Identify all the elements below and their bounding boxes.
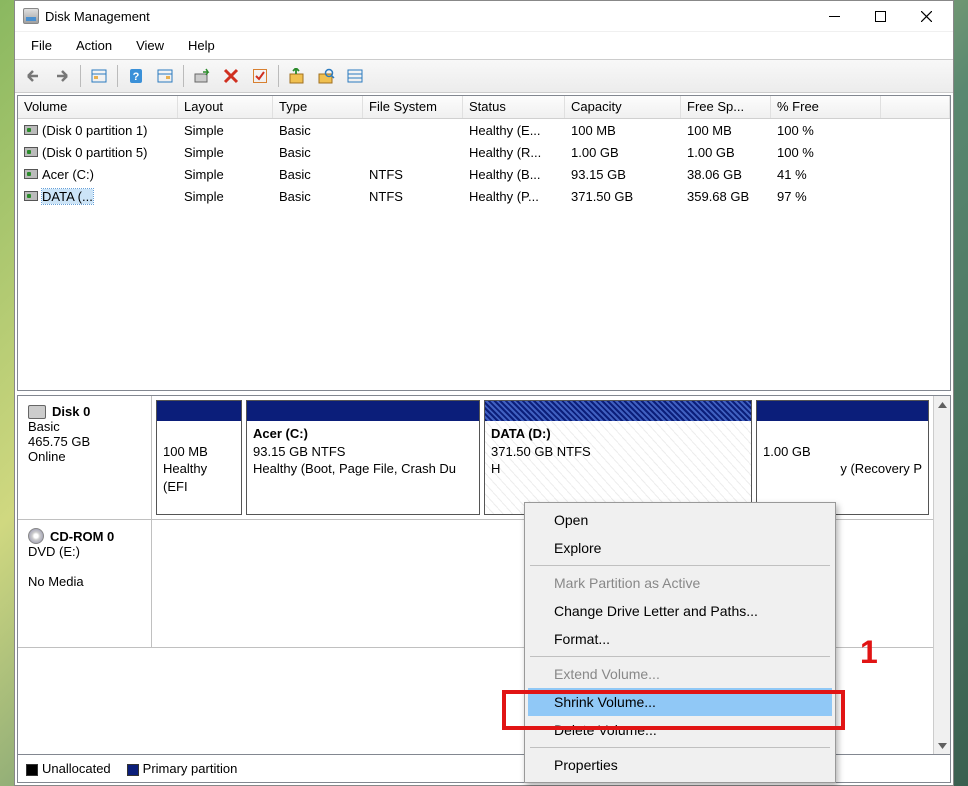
list-view-button[interactable]	[341, 62, 369, 90]
volume-icon	[24, 191, 38, 201]
partition-bar	[485, 401, 751, 421]
table-row[interactable]: (Disk 0 partition 1) Simple Basic Health…	[18, 119, 950, 141]
col-layout[interactable]: Layout	[178, 96, 273, 118]
disk-label[interactable]: CD-ROM 0 DVD (E:) No Media	[18, 520, 152, 647]
volume-icon	[24, 147, 38, 157]
table-row[interactable]: DATA (... Simple Basic NTFS Healthy (P..…	[18, 185, 950, 207]
ctx-properties[interactable]: Properties	[528, 751, 832, 779]
window-title: Disk Management	[45, 9, 150, 24]
menubar: File Action View Help	[15, 31, 953, 59]
primary-swatch	[127, 764, 139, 776]
col-percent-free[interactable]: % Free	[771, 96, 881, 118]
ctx-open[interactable]: Open	[528, 506, 832, 534]
ctx-mark-active: Mark Partition as Active	[528, 569, 832, 597]
titlebar: Disk Management	[15, 1, 953, 31]
volume-list-header: Volume Layout Type File System Status Ca…	[18, 96, 950, 119]
refresh-button[interactable]	[188, 62, 216, 90]
scroll-up-icon[interactable]	[936, 398, 949, 411]
col-status[interactable]: Status	[463, 96, 565, 118]
volume-icon	[24, 125, 38, 135]
ctx-shrink-volume[interactable]: Shrink Volume...	[528, 688, 832, 716]
col-file-system[interactable]: File System	[363, 96, 463, 118]
col-volume[interactable]: Volume	[18, 96, 178, 118]
close-button[interactable]	[903, 1, 949, 31]
partition-d[interactable]: DATA (D:) 371.50 GB NTFS H	[484, 400, 752, 515]
app-icon	[23, 8, 39, 24]
ctx-extend-volume: Extend Volume...	[528, 660, 832, 688]
ctx-change-letter[interactable]: Change Drive Letter and Paths...	[528, 597, 832, 625]
forward-button[interactable]	[48, 62, 76, 90]
col-type[interactable]: Type	[273, 96, 363, 118]
folder-up-button[interactable]	[283, 62, 311, 90]
ctx-explore[interactable]: Explore	[528, 534, 832, 562]
col-capacity[interactable]: Capacity	[565, 96, 681, 118]
table-row[interactable]: Acer (C:) Simple Basic NTFS Healthy (B..…	[18, 163, 950, 185]
show-hide-tree-button[interactable]	[85, 62, 113, 90]
ctx-separator	[530, 565, 830, 566]
vertical-scrollbar[interactable]	[933, 396, 950, 754]
maximize-button[interactable]	[857, 1, 903, 31]
cdrom-icon	[28, 528, 44, 544]
minimize-button[interactable]	[811, 1, 857, 31]
col-free-space[interactable]: Free Sp...	[681, 96, 771, 118]
context-menu: Open Explore Mark Partition as Active Ch…	[524, 502, 836, 783]
menu-file[interactable]: File	[19, 35, 64, 56]
scroll-down-icon[interactable]	[936, 739, 949, 752]
disk-icon	[28, 405, 46, 419]
check-button[interactable]	[246, 62, 274, 90]
ctx-format[interactable]: Format...	[528, 625, 832, 653]
search-button[interactable]	[312, 62, 340, 90]
partition-recovery[interactable]: 1.00 GB y (Recovery P	[756, 400, 929, 515]
menu-view[interactable]: View	[124, 35, 176, 56]
settings-button[interactable]	[151, 62, 179, 90]
unallocated-swatch	[26, 764, 38, 776]
disk-label[interactable]: Disk 0 Basic 465.75 GB Online	[18, 396, 152, 519]
help-button[interactable]: ?	[122, 62, 150, 90]
ctx-separator	[530, 656, 830, 657]
toolbar: ?	[15, 59, 953, 93]
menu-action[interactable]: Action	[64, 35, 124, 56]
ctx-delete-volume[interactable]: Delete Volume...	[528, 716, 832, 744]
back-button[interactable]	[19, 62, 47, 90]
svg-text:?: ?	[133, 71, 140, 83]
volume-list-body: (Disk 0 partition 1) Simple Basic Health…	[18, 119, 950, 390]
volume-list: Volume Layout Type File System Status Ca…	[17, 95, 951, 391]
col-extra[interactable]	[881, 96, 950, 118]
table-row[interactable]: (Disk 0 partition 5) Simple Basic Health…	[18, 141, 950, 163]
partition-c[interactable]: Acer (C:) 93.15 GB NTFS Healthy (Boot, P…	[246, 400, 480, 515]
partition-bar	[157, 401, 241, 421]
partition-efi[interactable]: 100 MB Healthy (EFI	[156, 400, 242, 515]
ctx-separator	[530, 747, 830, 748]
menu-help[interactable]: Help	[176, 35, 227, 56]
delete-button[interactable]	[217, 62, 245, 90]
partition-bar	[757, 401, 928, 421]
partition-bar	[247, 401, 479, 421]
volume-icon	[24, 169, 38, 179]
